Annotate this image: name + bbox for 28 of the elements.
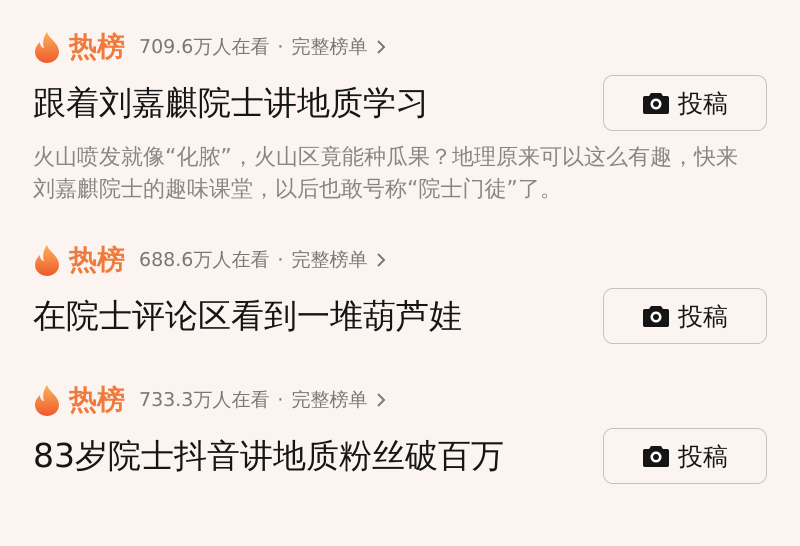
full-list-link[interactable]: 完整榜单 [291,34,368,60]
viewer-count: 709.6万人在看 [139,35,270,60]
flame-icon [33,244,61,276]
topic-title: 在院士评论区看到一堆葫芦娃 [33,294,462,336]
topic-description: 火山喷发就像“化脓”，火山区竟能种瓜果？地理原来可以这么有趣，快来刘嘉麒院士的趣味课堂，以后也敢号称“院士门徒”了。 [33,144,739,204]
topic-title: 83岁院士抖音讲地质粉丝破百万 [33,434,504,476]
full-list-link[interactable]: 完整榜单 [291,387,368,413]
flame-icon [33,31,61,63]
flame-icon [33,384,61,416]
chevron-right-icon [375,392,388,408]
topic-title: 跟着刘嘉麒院士讲地质学习 [33,82,429,124]
separator-dot: · [277,36,284,58]
post-button[interactable]: 投稿 [603,75,767,131]
hot-list-label: 热榜 [69,242,125,278]
post-button[interactable]: 投稿 [603,288,767,344]
viewer-count: 733.3万人在看 [139,388,270,413]
full-list-link[interactable]: 完整榜单 [291,247,368,273]
post-button[interactable]: 投稿 [603,428,767,484]
chevron-right-icon [375,39,388,55]
chevron-right-icon [375,252,388,268]
camera-icon [642,304,670,328]
viewer-count: 688.6万人在看 [139,248,270,273]
separator-dot: · [277,249,284,271]
camera-icon [642,91,670,115]
hot-list-label: 热榜 [69,382,125,418]
separator-dot: · [277,389,284,411]
camera-icon [642,444,670,468]
hot-list-label: 热榜 [69,29,125,65]
